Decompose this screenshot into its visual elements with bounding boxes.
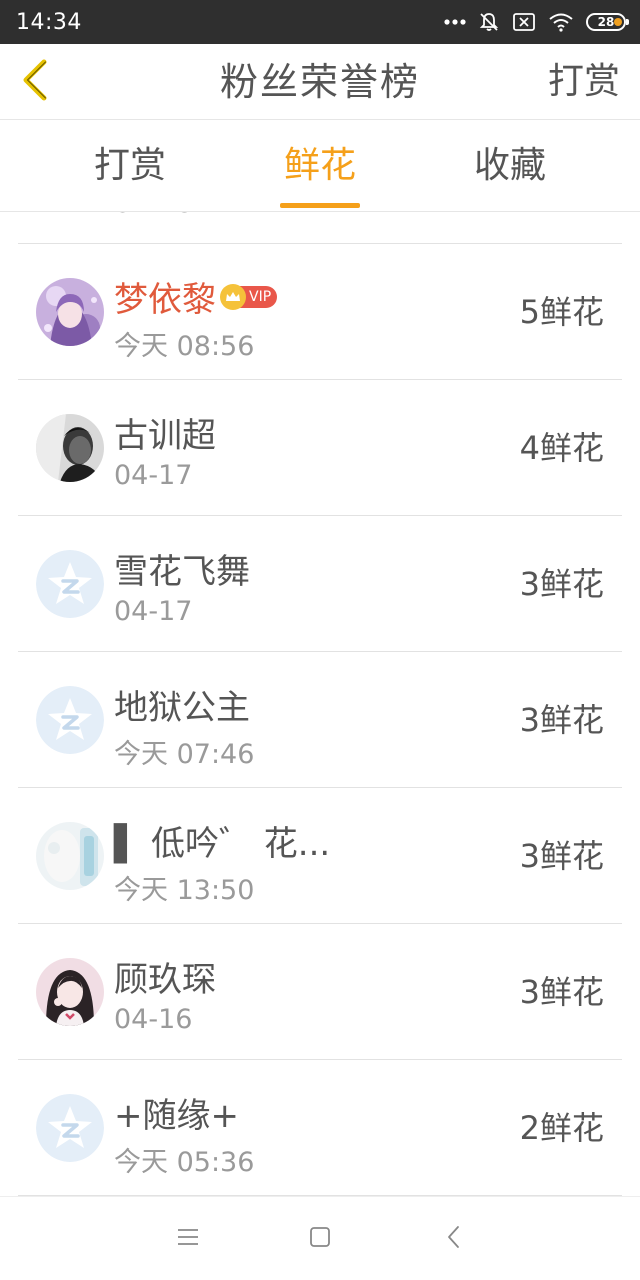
crown-icon [220, 283, 246, 310]
status-bar: 14:34 28 [0, 0, 640, 44]
default-avatar[interactable] [36, 550, 104, 618]
more-dots-icon [444, 18, 466, 26]
user-name: 梦依黎 VIP [114, 272, 278, 321]
list-item[interactable]: +随缘+ 今天 05:36 2鲜花 [18, 1060, 622, 1196]
status-time: 14:34 [16, 9, 82, 35]
status-icons: 28 [444, 11, 629, 33]
tab-bar: 打赏 鲜花 收藏 [0, 120, 640, 212]
page-title: 粉丝荣誉榜 [219, 60, 420, 104]
list-item[interactable]: 梦依黎 VIP 今天 08:56 5鲜花 [18, 244, 622, 380]
flower-count: 2鲜花 [519, 1109, 604, 1147]
vip-badge: VIP [220, 283, 278, 310]
list-item[interactable]: 雪花飞舞 04-17 3鲜花 [18, 516, 622, 652]
row-time: 今天 07:46 [114, 739, 255, 770]
chevron-left-icon [446, 1225, 462, 1253]
row-time: 今天 13:50 [114, 875, 255, 906]
user-name: 雪花飞舞 [114, 552, 250, 592]
battery-icon: 28 [586, 13, 629, 31]
flower-count: 5鲜花 [519, 293, 604, 331]
default-avatar[interactable] [36, 686, 104, 754]
tab-reward[interactable]: 打赏 [50, 120, 210, 212]
flower-count: 3鲜花 [519, 973, 604, 1011]
user-name: 古训超 [114, 416, 216, 456]
row-time: 04-16 [114, 1004, 193, 1035]
row-time: 今天 08:56 [114, 331, 255, 362]
fan-list-content: 04-16 梦依黎 [0, 212, 640, 1196]
flower-count: 3鲜花 [519, 837, 604, 875]
square-icon [309, 1226, 331, 1252]
row-time: 04-16 [114, 212, 192, 219]
user-name: ▌ 低吟゛ 花... [114, 824, 331, 864]
title-bar: 粉丝荣誉榜 打赏 [0, 44, 640, 120]
back-nav-button[interactable] [434, 1219, 474, 1259]
tab-favorites[interactable]: 收藏 [430, 120, 590, 212]
home-button[interactable] [300, 1219, 340, 1259]
active-tab-indicator [280, 203, 360, 208]
avatar[interactable] [36, 822, 104, 890]
no-sim-icon [512, 12, 536, 32]
menu-icon [177, 1227, 199, 1251]
tab-flowers[interactable]: 鲜花 [240, 120, 400, 212]
user-name-text: 梦依黎 [114, 280, 216, 320]
list-item[interactable]: 顾玖琛 04-16 3鲜花 [18, 924, 622, 1060]
row-time: 今天 05:36 [114, 1147, 255, 1178]
user-name: +随缘+ [114, 1096, 239, 1136]
row-time: 04-17 [114, 460, 193, 491]
avatar[interactable] [36, 278, 104, 346]
user-name: 顾玖琛 [114, 960, 216, 1000]
flower-count: 4鲜花 [519, 429, 604, 467]
charging-dot [614, 18, 622, 26]
list-item[interactable]: 地狱公主 今天 07:46 3鲜花 [18, 652, 622, 788]
mute-bell-icon [478, 11, 500, 33]
fan-list[interactable]: 04-16 梦依黎 [0, 212, 640, 1196]
list-item[interactable]: ▌ 低吟゛ 花... 今天 13:50 3鲜花 [18, 788, 622, 924]
default-avatar[interactable] [36, 1094, 104, 1162]
list-item[interactable]: 古训超 04-17 4鲜花 [18, 380, 622, 516]
avatar[interactable] [36, 414, 104, 482]
battery-level: 28 [597, 15, 615, 29]
list-item-partial[interactable]: 04-16 [18, 212, 622, 244]
menu-button[interactable] [168, 1219, 208, 1259]
flower-count: 3鲜花 [519, 565, 604, 603]
wifi-icon [548, 12, 574, 32]
flower-count: 3鲜花 [519, 701, 604, 739]
avatar[interactable] [36, 958, 104, 1026]
user-name: 地狱公主 [114, 688, 250, 728]
row-time: 04-17 [114, 596, 193, 627]
system-nav-bar [0, 1196, 640, 1280]
reward-button[interactable]: 打赏 [548, 44, 620, 120]
